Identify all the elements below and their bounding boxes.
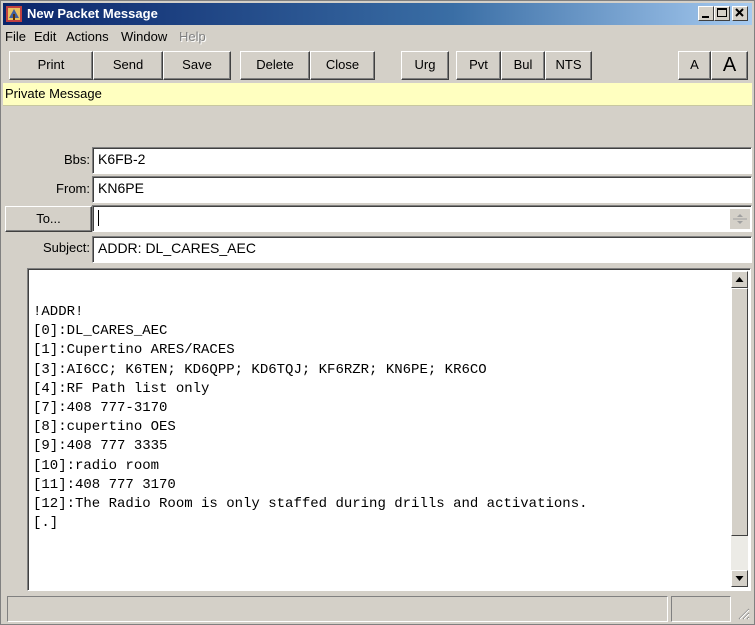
message-line: [3]:AI6CC; K6TEN; KD6QPP; KD6TQJ; KF6RZR… [33,361,487,378]
window-title: New Packet Message [27,6,158,21]
delete-button[interactable]: Delete [240,51,310,80]
subject-label: Subject: [43,240,90,255]
menu-edit[interactable]: Edit [34,29,56,44]
subject-field[interactable]: ADDR: DL_CARES_AEC [92,236,752,263]
arrow-up-icon [735,277,744,282]
message-text: !ADDR! [0]:DL_CARES_AEC [1]:Cupertino ARES… [33,303,723,533]
message-line: [4]:RF Path list only [33,380,210,397]
bbs-label: Bbs: [63,152,90,167]
minimize-button[interactable] [698,6,714,21]
message-line: [1]:Cupertino ARES/RACES [33,342,235,359]
menu-bar: File Edit Actions Window Help [3,26,752,46]
urgent-button[interactable]: Urg [401,51,449,80]
message-line: [7]:408 777-3170 [33,399,168,416]
font-larger-button[interactable]: A [711,51,748,80]
close-button[interactable]: Close [310,51,375,80]
bbs-field[interactable]: K6FB-2 [92,147,752,174]
maximize-button[interactable] [714,6,730,21]
menu-actions[interactable]: Actions [66,29,109,44]
menu-help[interactable]: Help [179,29,206,44]
text-cursor [98,210,99,227]
from-label: From: [56,181,90,196]
close-window-button[interactable] [732,6,748,21]
scroll-up-button[interactable] [731,271,748,288]
message-line: [12]:The Radio Room is only staffed duri… [33,495,588,512]
nts-button[interactable]: NTS [545,51,592,80]
menu-file[interactable]: File [5,29,26,44]
menu-window[interactable]: Window [121,29,167,44]
send-button[interactable]: Send [93,51,163,80]
save-button[interactable]: Save [163,51,231,80]
title-bar[interactable]: New Packet Message [3,3,752,25]
message-line: [.] [33,515,59,532]
message-line: !ADDR! [33,304,84,320]
status-panel-main [7,596,668,622]
message-line: [8]:cupertino OES [33,419,176,436]
vertical-scrollbar[interactable] [731,271,748,587]
scroll-thumb[interactable] [731,288,748,536]
from-field[interactable]: KN6PE [92,176,752,203]
font-smaller-button[interactable]: A [678,51,711,80]
private-message-banner: Private Message [3,83,752,106]
bulletin-button[interactable]: Bul [501,51,545,80]
message-line: [9]:408 777 3335 [33,438,168,455]
resize-grip-icon[interactable] [736,606,750,620]
print-button[interactable]: Print [9,51,93,80]
private-button[interactable]: Pvt [456,51,501,80]
to-field[interactable] [92,205,752,232]
scroll-down-button[interactable] [731,570,748,587]
message-line: [10]:radio room [33,457,160,474]
to-button[interactable]: To... [5,206,92,232]
message-line: [0]:DL_CARES_AEC [33,323,168,340]
message-body[interactable]: !ADDR! [0]:DL_CARES_AEC [1]:Cupertino ARES… [27,268,751,591]
to-spinner[interactable] [730,209,750,229]
packet-message-window: New Packet Message File Edit Actions Win… [0,0,755,625]
arrow-down-icon [735,576,744,581]
app-icon [6,6,22,22]
status-bar [3,594,752,622]
status-panel-secondary [671,596,731,622]
message-line: [11]:408 777 3170 [33,476,176,493]
